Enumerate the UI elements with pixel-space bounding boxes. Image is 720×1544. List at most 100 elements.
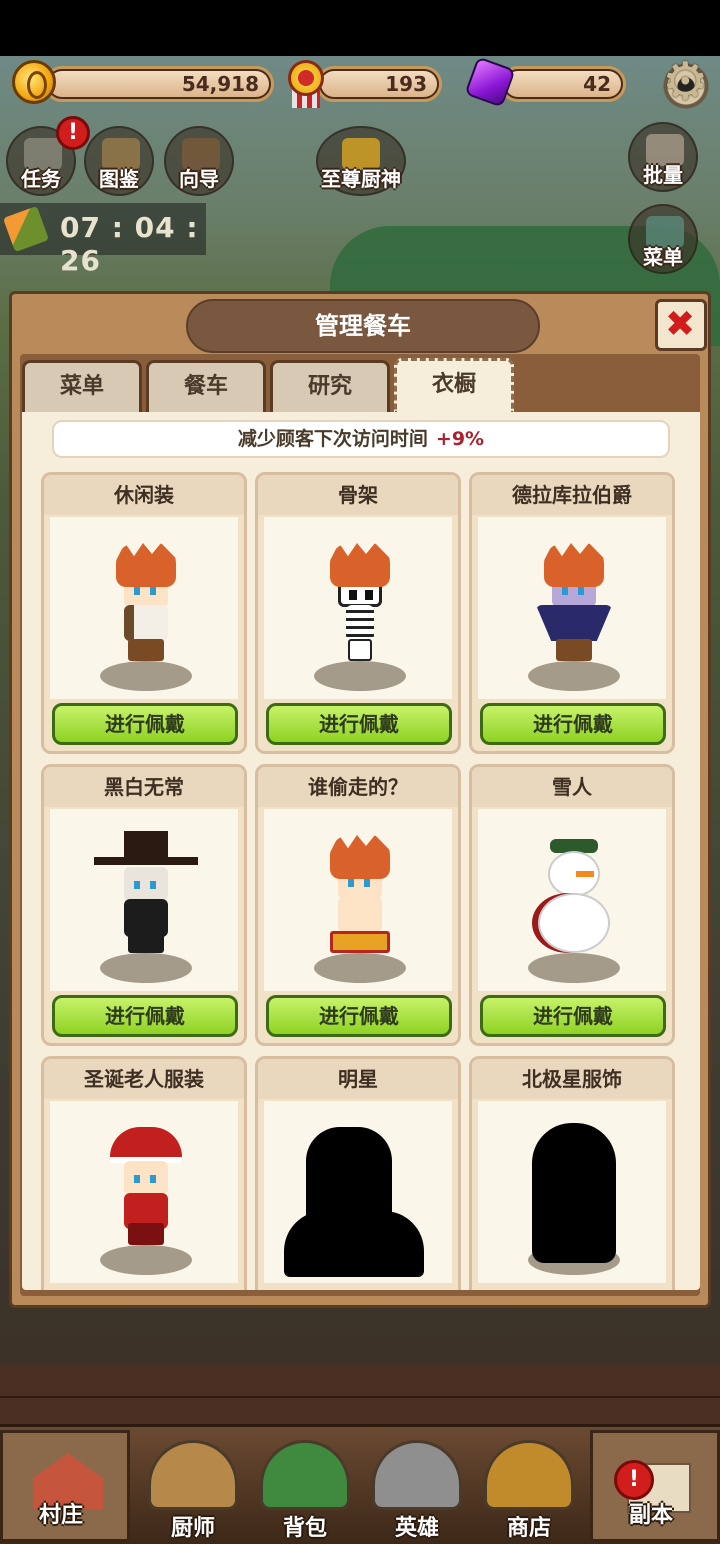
tab-research[interactable]: 研究: [270, 360, 390, 412]
atlas-label: 图鉴: [99, 167, 139, 191]
menu-button[interactable]: 菜单: [628, 204, 698, 274]
costume-name: 雪人: [472, 767, 672, 807]
costume-preview: [50, 1101, 238, 1283]
timer-value: 07 : 04 : 26: [60, 211, 199, 277]
guide-label: 向导: [179, 167, 219, 191]
costume-preview: [264, 517, 452, 699]
guide-button[interactable]: 向导: [164, 126, 234, 196]
nav-heroes-label: 英雄: [394, 1516, 439, 1541]
tab-wardrobe-label: 衣橱: [431, 372, 476, 397]
bonus-value: +9%: [435, 428, 485, 450]
costume-card: 谁偷走的？ 进行佩戴: [255, 764, 461, 1046]
tab-food-truck-label: 餐车: [183, 374, 228, 399]
timer-display: 07 : 04 : 26: [0, 203, 206, 277]
tab-menu[interactable]: 菜单: [22, 360, 142, 412]
system-status-bar: [0, 0, 720, 56]
costume-name: 圣诞老人服装: [44, 1059, 244, 1099]
wear-button[interactable]: 进行佩戴: [52, 703, 238, 745]
costume-preview: [264, 809, 452, 991]
gold-value: 54,918: [181, 72, 259, 96]
costume-name: 德拉库拉伯爵: [472, 475, 672, 515]
purple-gem-icon: [464, 56, 516, 108]
costume-name: 休闲装: [44, 475, 244, 515]
costume-name: 明星: [258, 1059, 458, 1099]
wear-button[interactable]: 进行佩戴: [480, 703, 666, 745]
tab-food-truck[interactable]: 餐车: [146, 360, 266, 412]
gem-counter: 42: [500, 66, 626, 102]
costume-name: 北极星服饰: [472, 1059, 672, 1099]
costume-preview: [478, 809, 666, 991]
tab-menu-label: 菜单: [59, 374, 104, 399]
costume-card: 圣诞老人服装: [41, 1056, 247, 1290]
gem-value: 42: [583, 72, 611, 96]
costume-card: 北极星服饰: [469, 1056, 675, 1290]
medal-counter: 193: [316, 66, 442, 102]
costume-preview-locked: [264, 1101, 452, 1283]
batch-label: 批量: [643, 163, 683, 187]
carrot-icon: [2, 205, 50, 253]
nav-dungeon-button[interactable]: 副本: [590, 1430, 720, 1542]
medal-icon: [282, 58, 328, 108]
treasure-chest-icon: [484, 1440, 574, 1510]
roast-chicken-icon: [148, 1440, 238, 1510]
black-white-impermanence-sprite: [94, 831, 198, 955]
gold-counter: 54,918: [44, 66, 274, 102]
nav-village-label: 村庄: [39, 1503, 84, 1528]
nav-shop-label: 商店: [506, 1516, 551, 1541]
costume-preview: [50, 809, 238, 991]
who-stole-it-sprite: [322, 835, 398, 955]
bonus-banner: 减少顾客下次访问时间 +9%: [52, 420, 670, 458]
costume-card: 雪人 进行佩戴: [469, 764, 675, 1046]
costume-card: 休闲装 进行佩戴: [41, 472, 247, 754]
atlas-button[interactable]: 图鉴: [84, 126, 154, 196]
manage-food-truck-panel: 管理餐车 菜单 餐车 研究 衣橱 减少顾客下次访问时间 +9% 休闲装 进行佩戴: [9, 291, 711, 1308]
nav-village-button[interactable]: 村庄: [0, 1430, 130, 1542]
dungeon-alert-badge: !: [614, 1460, 654, 1500]
costume-name: 黑白无常: [44, 767, 244, 807]
wear-button[interactable]: 进行佩戴: [480, 995, 666, 1037]
tasks-alert-badge: !: [56, 116, 90, 150]
nav-shop-button[interactable]: 商店: [476, 1440, 582, 1542]
settings-gear-icon[interactable]: [660, 52, 712, 112]
wardrobe-content[interactable]: 减少顾客下次访问时间 +9% 休闲装 进行佩戴 骨架 进行佩戴 德拉库拉伯爵 进…: [22, 412, 700, 1290]
panel-title: 管理餐车: [315, 312, 411, 340]
costume-name: 骨架: [258, 475, 458, 515]
count-dracula-sprite: [536, 543, 612, 663]
tasks-label: 任务: [21, 167, 61, 191]
tab-wardrobe[interactable]: 衣橱: [394, 358, 514, 414]
wear-button[interactable]: 进行佩戴: [52, 995, 238, 1037]
skeleton-sprite: [322, 543, 398, 663]
nav-bag-button[interactable]: 背包: [252, 1440, 358, 1542]
costume-name: 谁偷走的？: [258, 767, 458, 807]
close-button[interactable]: [655, 299, 707, 351]
supreme-chef-button[interactable]: 至尊厨神: [316, 126, 406, 196]
panel-title-bar: 管理餐车: [186, 299, 540, 353]
menu-label: 菜单: [643, 245, 683, 269]
nav-heroes-button[interactable]: 英雄: [364, 1440, 470, 1542]
supreme-chef-label: 至尊厨神: [321, 167, 401, 191]
costume-preview-locked: [478, 1101, 666, 1283]
floor-plank-line: [0, 1396, 720, 1398]
bonus-text: 减少顾客下次访问时间: [237, 428, 428, 450]
wear-button[interactable]: 进行佩戴: [266, 995, 452, 1037]
casual-outfit-sprite: [108, 543, 184, 663]
costume-card: 德拉库拉伯爵 进行佩戴: [469, 472, 675, 754]
nav-bag-label: 背包: [282, 1516, 327, 1541]
wear-button[interactable]: 进行佩戴: [266, 703, 452, 745]
costume-card: 明星: [255, 1056, 461, 1290]
nav-dungeon-label: 副本: [629, 1503, 674, 1528]
santa-costume-sprite: [108, 1127, 184, 1247]
batch-button[interactable]: 批量: [628, 122, 698, 192]
costume-card: 骨架 进行佩戴: [255, 472, 461, 754]
knight-helmet-icon: [372, 1440, 462, 1510]
costume-preview: [478, 517, 666, 699]
backpack-icon: [260, 1440, 350, 1510]
medal-value: 193: [385, 72, 427, 96]
gold-coin-icon: [12, 60, 56, 104]
tab-research-label: 研究: [307, 374, 352, 399]
locked-silhouette: [532, 1123, 616, 1263]
costume-card: 黑白无常 进行佩戴: [41, 764, 247, 1046]
nav-chef-button[interactable]: 厨师: [140, 1440, 246, 1542]
snowman-sprite: [536, 835, 612, 955]
costume-preview: [50, 517, 238, 699]
